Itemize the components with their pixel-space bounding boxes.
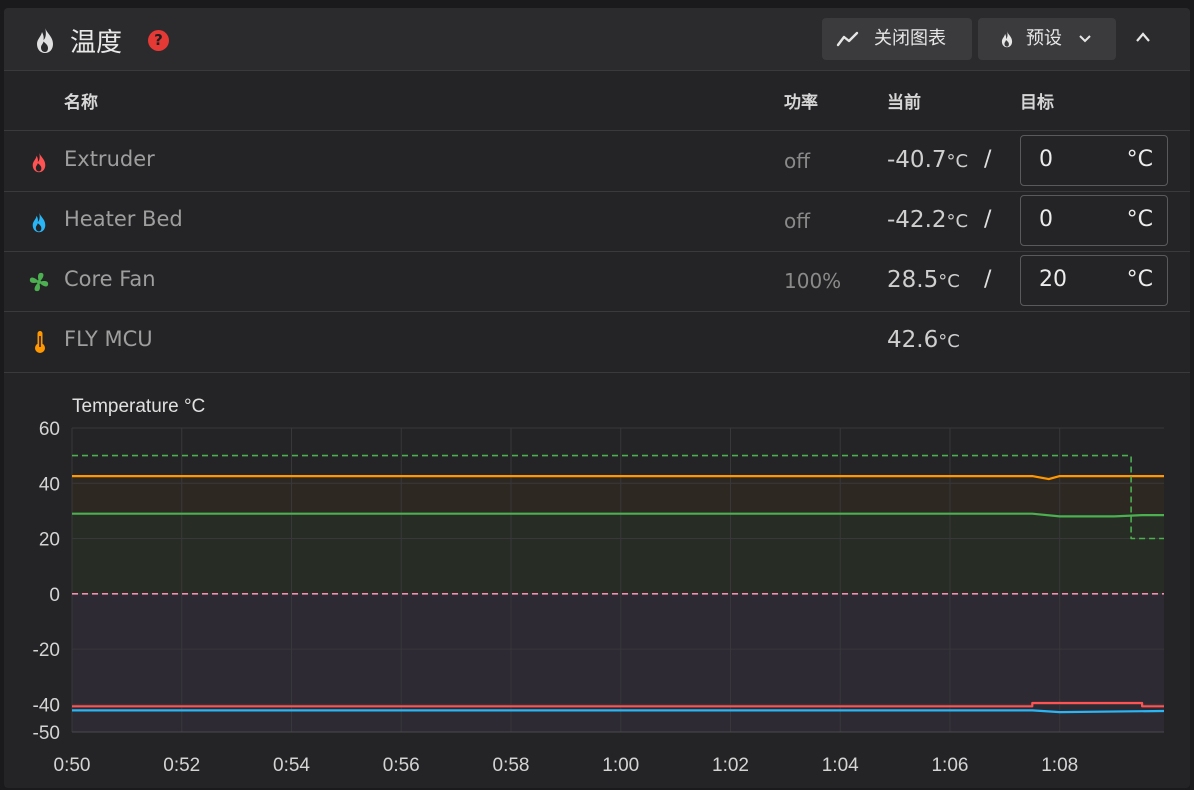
- help-icon[interactable]: ?: [148, 30, 169, 51]
- separator: /: [984, 147, 992, 172]
- table-row-fly-mcu: FLY MCU 42.6°C: [4, 311, 1190, 373]
- chart-title: Temperature °C: [72, 396, 205, 417]
- column-name: 名称: [64, 93, 98, 113]
- current-temperature: 42.6°C: [887, 327, 960, 353]
- table-header: 名称 功率 当前 目标: [4, 70, 1190, 131]
- sensor-name: FLY MCU: [64, 327, 153, 351]
- chart-line-icon: [836, 31, 859, 47]
- preset-dropdown[interactable]: 预设: [978, 18, 1116, 60]
- target-temperature-input[interactable]: 0 °C: [1020, 195, 1168, 246]
- panel-header: 温度 ? 关闭图表 预设: [4, 8, 1190, 71]
- target-temperature-input[interactable]: 20 °C: [1020, 255, 1168, 306]
- separator: /: [984, 267, 992, 292]
- current-temperature: 28.5°C: [887, 267, 960, 293]
- target-temperature-input[interactable]: 0 °C: [1020, 135, 1168, 186]
- separator: /: [984, 207, 992, 232]
- table-row-heater-bed: Heater Bed off -42.2°C / 0 °C: [4, 191, 1190, 252]
- column-target: 目标: [1020, 93, 1054, 113]
- flame-icon: [32, 151, 46, 173]
- y-tick-label: 40: [39, 474, 60, 495]
- flame-icon: [1001, 30, 1013, 48]
- chart-area-mcu: [72, 476, 1164, 514]
- close-chart-button[interactable]: 关闭图表: [822, 18, 972, 60]
- preset-label: 预设: [1026, 28, 1062, 49]
- column-power: 功率: [784, 93, 818, 113]
- current-temperature: -40.7°C: [887, 147, 969, 173]
- x-tick-label: 0:52: [163, 755, 200, 776]
- chart-svg: Temperature °C 60 40 20 0 -20 -40 -50 0:50 0:52 0:…: [33, 396, 1165, 776]
- y-tick-label: -40: [33, 695, 60, 716]
- close-chart-label: 关闭图表: [874, 28, 946, 49]
- heater-power: off: [784, 149, 811, 173]
- chevron-down-icon: [1079, 35, 1091, 43]
- column-current: 当前: [887, 93, 921, 113]
- table-row-extruder: Extruder off -40.7°C / 0 °C: [4, 131, 1190, 192]
- x-tick-label: 0:50: [54, 755, 91, 776]
- y-tick-label: 60: [39, 419, 60, 440]
- panel-title: 温度: [70, 28, 123, 58]
- chevron-up-icon[interactable]: [1134, 30, 1152, 44]
- x-tick-label: 1:08: [1041, 755, 1078, 776]
- heater-power: off: [784, 209, 811, 233]
- table-row-core-fan: Core Fan 100% 28.5°C / 20 °C: [4, 251, 1190, 312]
- x-tick-label: 0:58: [493, 755, 530, 776]
- y-tick-label: -50: [33, 723, 60, 744]
- temperature-panel: 温度 ? 关闭图表 预设 名称 功率 当前 目标 Extruder off -4…: [4, 8, 1190, 788]
- x-tick-label: 1:02: [712, 755, 749, 776]
- current-temperature: -42.2°C: [887, 207, 969, 233]
- x-tick-label: 1:06: [931, 755, 968, 776]
- fan-name: Core Fan: [64, 267, 156, 291]
- x-tick-label: 1:00: [602, 755, 639, 776]
- x-tick-label: 0:56: [383, 755, 420, 776]
- heater-name: Heater Bed: [64, 207, 183, 231]
- heater-name: Extruder: [64, 147, 155, 171]
- x-tick-label: 1:04: [822, 755, 859, 776]
- fan-power: 100%: [784, 269, 842, 293]
- flame-icon: [32, 211, 46, 233]
- thermometer-icon: [35, 331, 45, 353]
- y-tick-label: -20: [33, 640, 60, 661]
- chart-area-fan: [72, 513, 1164, 594]
- y-tick-label: 0: [49, 585, 60, 606]
- fan-icon: [29, 272, 49, 292]
- y-tick-label: 20: [39, 530, 60, 551]
- flame-icon: [37, 27, 53, 53]
- temperature-chart: Temperature °C 60 40 20 0 -20 -40 -50 0:50 0:52 0:…: [4, 374, 1190, 788]
- x-tick-label: 0:54: [273, 755, 310, 776]
